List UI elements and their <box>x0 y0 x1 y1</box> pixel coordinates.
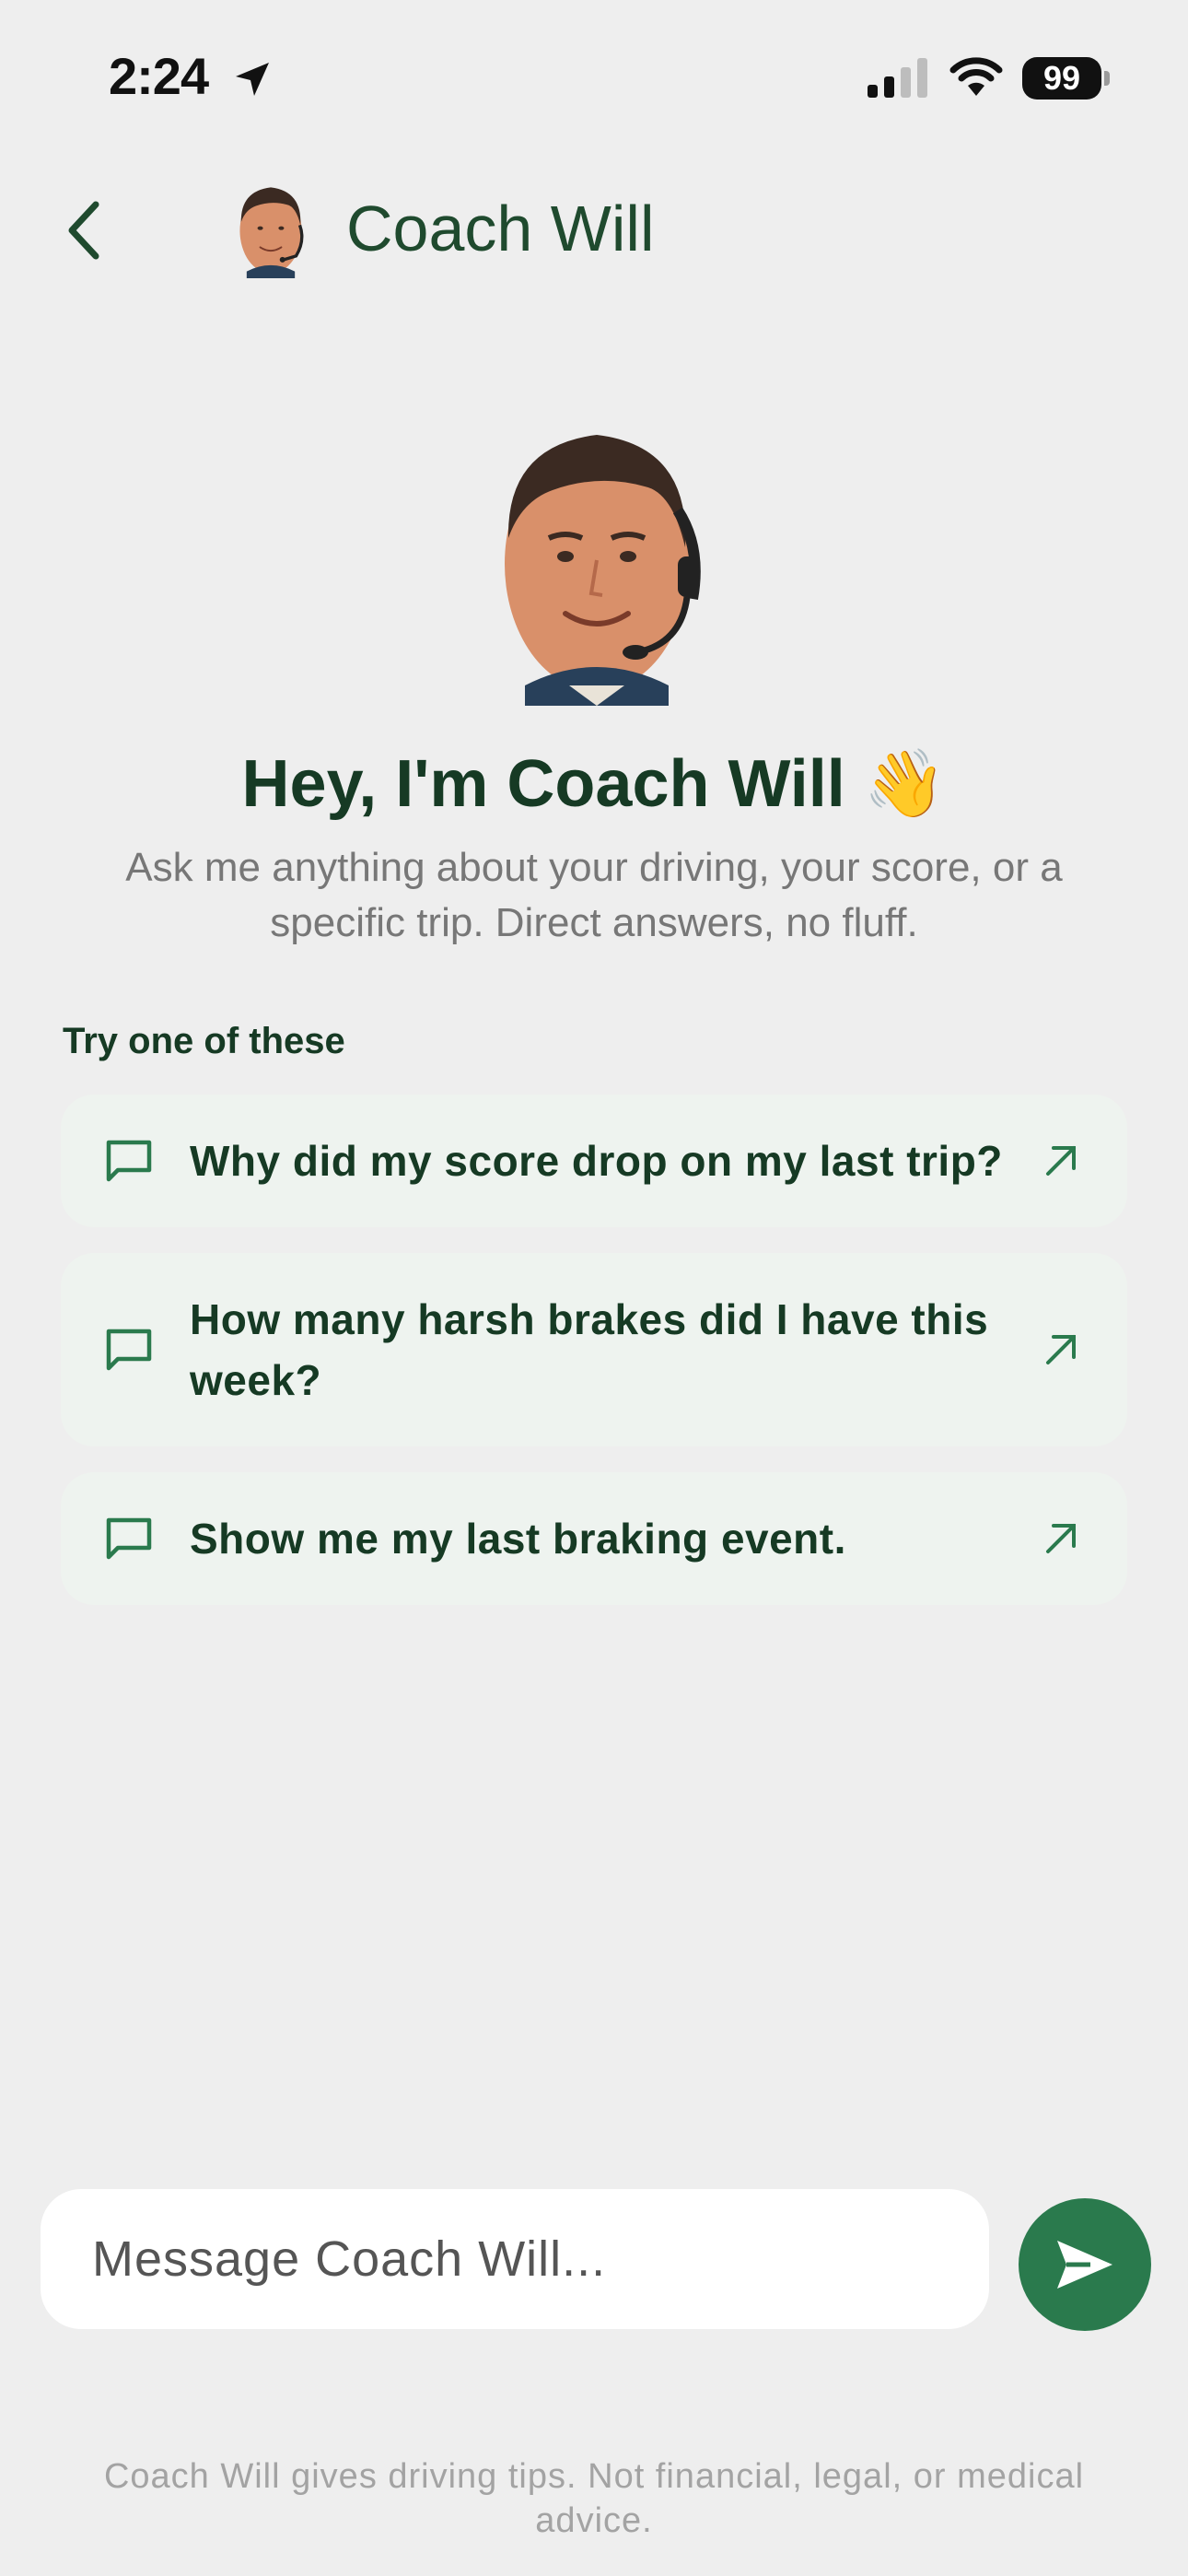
coach-avatar-small <box>239 187 304 278</box>
suggestions-label: Try one of these <box>63 1021 345 1061</box>
suggestion-card-braking-event[interactable]: Show me my last braking event. <box>61 1472 1127 1605</box>
wifi-icon <box>949 57 1003 96</box>
suggestion-card-score-drop[interactable]: Why did my score drop on my last trip? <box>61 1095 1127 1227</box>
coach-avatar <box>505 435 701 706</box>
arrow-up-right-icon <box>1046 1524 1076 1553</box>
chat-bubble-icon <box>106 1140 152 1182</box>
suggestion-card-harsh-brakes[interactable]: How many harsh brakes did I have this we… <box>61 1253 1127 1446</box>
location-arrow-icon <box>236 63 269 96</box>
battery-level: 99 <box>1022 57 1101 100</box>
page-title: Coach Will <box>346 193 655 264</box>
status-time: 2:24 <box>109 47 209 105</box>
chat-bubble-icon <box>106 1517 152 1560</box>
suggestion-text: Show me my last braking event. <box>190 1515 846 1563</box>
send-button[interactable] <box>1019 2198 1151 2331</box>
greeting-subtitle: Ask me anything about your driving, your… <box>125 845 1063 945</box>
back-button[interactable] <box>57 193 112 267</box>
message-input[interactable] <box>41 2189 989 2329</box>
arrow-up-right-icon <box>1046 1335 1076 1364</box>
suggestion-text: How many harsh brakes did I have this we… <box>190 1295 989 1404</box>
chat-bubble-icon <box>106 1329 152 1371</box>
chevron-left-icon <box>68 201 99 260</box>
suggestion-text: Why did my score drop on my last trip? <box>190 1137 1003 1185</box>
arrow-up-right-icon <box>1046 1146 1076 1176</box>
greeting-title: Hey, I'm Coach Will 👋 <box>241 747 947 821</box>
send-icon <box>1057 2241 1112 2289</box>
cellular-signal-icon <box>868 58 927 98</box>
battery-icon: 99 <box>1022 57 1111 100</box>
disclaimer-text: Coach Will gives driving tips. Not finan… <box>103 2457 1085 2540</box>
